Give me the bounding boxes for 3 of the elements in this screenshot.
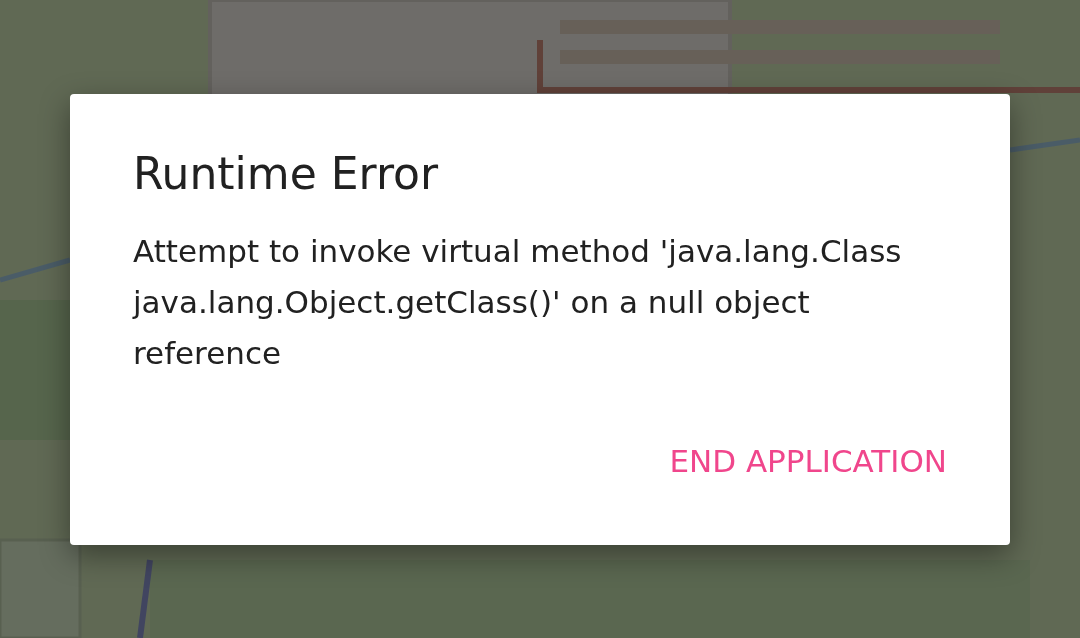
end-application-button[interactable]: END APPLICATION: [669, 434, 947, 487]
error-message: Attempt to invoke virtual method 'java.lang.Class java.lang.Object.getClass()' on a null object reference: [133, 231, 903, 373]
dialog-title: Runtime Error: [133, 146, 439, 201]
